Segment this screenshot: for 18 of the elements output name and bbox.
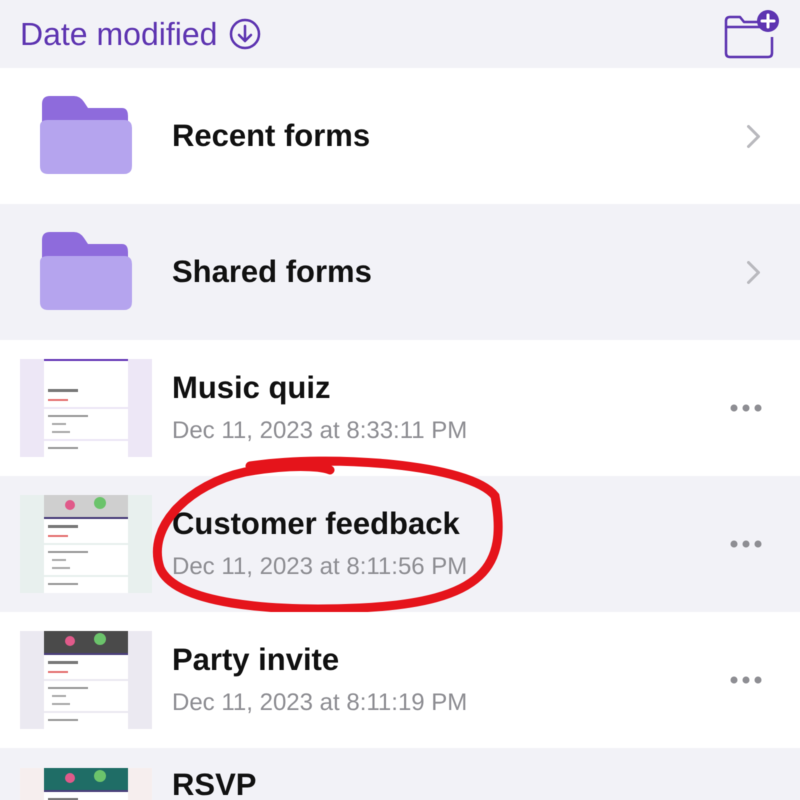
form-row[interactable]: RSVP [0,748,800,800]
sort-button[interactable]: Date modified [20,16,262,52]
folder-icon [38,232,134,312]
form-title: RSVP [172,768,258,800]
form-date: Dec 11, 2023 at 8:11:19 PM [172,689,468,718]
folder-name: Recent forms [172,118,372,154]
form-date: Dec 11, 2023 at 8:33:11 PM [172,417,468,446]
form-title: Party invite [172,642,340,678]
new-folder-button[interactable] [724,9,780,59]
form-date: Dec 11, 2023 at 8:11:56 PM [172,553,468,582]
chevron-icon [747,124,760,148]
form-title: Music quiz [172,370,332,406]
folder-icon [38,96,134,176]
form-title: Customer feedback [172,506,461,542]
form-row[interactable]: Customer feedback Dec 11, 2023 at 8:11:56 PM [0,476,800,612]
folder-name: Shared forms [172,254,373,290]
folder-row[interactable]: Shared forms [0,204,800,340]
chevron-icon [747,260,760,284]
